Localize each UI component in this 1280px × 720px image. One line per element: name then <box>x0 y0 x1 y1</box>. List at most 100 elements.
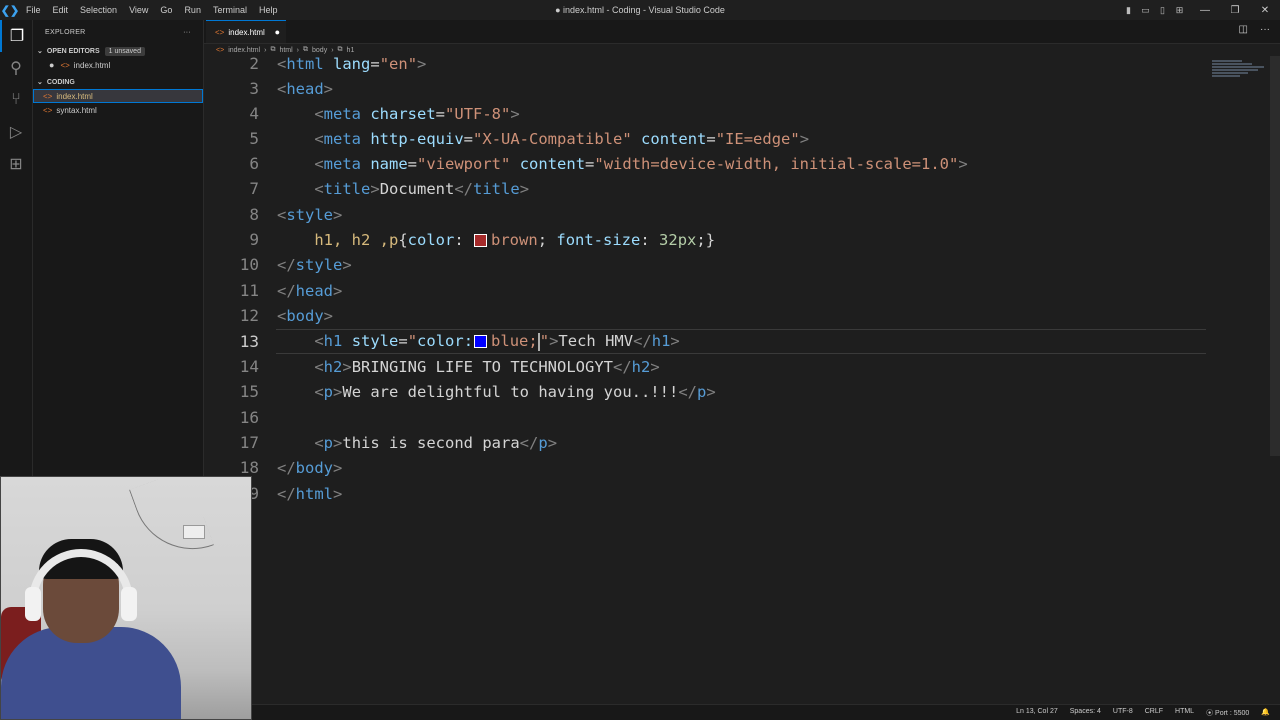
close-icon[interactable]: ✕ <box>1250 0 1280 20</box>
line-number: 5 <box>249 129 259 148</box>
line-number: 18 <box>239 458 259 477</box>
file-item-syntax[interactable]: <> syntax.html <box>33 103 203 117</box>
tab-label: index.html <box>228 27 265 37</box>
line-number: 15 <box>239 382 259 401</box>
explorer-title: EXPLORER <box>45 28 86 36</box>
line-number: 8 <box>249 205 259 224</box>
color-swatch-brown[interactable] <box>474 233 488 247</box>
line-number: 12 <box>239 306 259 325</box>
explorer-header: EXPLORER ··· <box>33 20 203 44</box>
run-debug-icon[interactable]: ▷ <box>0 116 32 148</box>
code-line: 2 <html lang="en"> <box>204 56 1268 76</box>
code-line: 16 <box>204 405 1268 430</box>
line-number: 6 <box>249 154 259 173</box>
window-controls: — ❐ ✕ <box>1190 0 1280 20</box>
code-line: 14 <h2>BRINGING LIFE TO TECHNOLOGYT</h2> <box>204 354 1268 379</box>
toggle-panel-icon[interactable]: ▭ <box>1137 0 1154 20</box>
source-control-icon[interactable]: ⑂ <box>0 84 32 116</box>
vscode-logo-icon: ❮❯ <box>0 4 20 17</box>
live-server-port[interactable]: ⦿ Port : 5500 <box>1206 708 1249 718</box>
toggle-primary-sidebar-icon[interactable]: ▮ <box>1120 0 1137 20</box>
breadcrumb-separator-icon: › <box>264 46 267 54</box>
code-line: 18 </body> <box>204 455 1268 480</box>
open-editors-section[interactable]: ⌄ OPEN EDITORS 1 unsaved <box>33 44 203 58</box>
end-of-line[interactable]: CRLF <box>1145 708 1163 718</box>
line-number: 9 <box>249 230 259 249</box>
explorer-icon[interactable]: ❐ <box>0 20 32 52</box>
breadcrumb-h1[interactable]: h1 <box>347 47 355 54</box>
open-editor-name: index.html <box>73 60 111 70</box>
breadcrumb-body[interactable]: body <box>312 47 327 54</box>
code-line: 8 <style> <box>204 202 1268 227</box>
code-line: 9 h1, h2 ,p{color: brown; font-size: 32p… <box>204 227 1268 252</box>
chevron-down-icon: ⌄ <box>37 79 43 86</box>
code-line: 4 <meta charset="UTF-8"> <box>204 101 1268 126</box>
line-number: 16 <box>239 408 259 427</box>
line-number: 14 <box>239 357 259 376</box>
menu-view[interactable]: View <box>123 5 154 15</box>
menu-file[interactable]: File <box>20 5 47 15</box>
unsaved-badge: 1 unsaved <box>104 46 145 56</box>
search-icon[interactable]: ⚲ <box>0 52 32 84</box>
split-editor-icon[interactable]: ◫ <box>1239 24 1248 35</box>
breadcrumb-separator-icon: › <box>331 46 334 54</box>
code-line: 19 </html> <box>204 481 1268 506</box>
editor-tab-bar: <> index.html ● ◫ ··· <box>204 20 1280 44</box>
title-bar: ❮❯ File Edit Selection View Go Run Termi… <box>0 0 1280 20</box>
layout-controls: ▮ ▭ ▯ ⊞ <box>1120 0 1188 20</box>
line-number: 17 <box>239 433 259 452</box>
chevron-down-icon: ⌄ <box>37 48 43 55</box>
status-right: Ln 13, Col 27 Spaces: 4 UTF-8 CRLF HTML … <box>1016 708 1270 718</box>
webcam-overlay <box>0 476 252 720</box>
breadcrumb-file[interactable]: index.html <box>228 47 260 54</box>
menu-go[interactable]: Go <box>154 5 178 15</box>
customize-layout-icon[interactable]: ⊞ <box>1171 0 1188 20</box>
code-line: 6 <meta name="viewport" content="width=d… <box>204 151 1268 176</box>
menu-run[interactable]: Run <box>178 5 207 15</box>
element-icon: ⧉ <box>337 46 343 53</box>
vertical-scrollbar[interactable] <box>1270 56 1280 704</box>
code-line: 3 <head> <box>204 76 1268 101</box>
line-number: 10 <box>239 255 259 274</box>
folder-section[interactable]: ⌄ CODING <box>33 75 203 89</box>
menu-terminal[interactable]: Terminal <box>207 5 253 15</box>
indentation[interactable]: Spaces: 4 <box>1070 708 1101 718</box>
code-line: 7 <title>Document</title> <box>204 176 1268 201</box>
wall-socket <box>183 525 205 539</box>
notifications-icon[interactable]: 🔔 <box>1261 708 1270 718</box>
minimap[interactable] <box>1212 60 1268 84</box>
html-file-icon: <> <box>216 46 225 54</box>
encoding[interactable]: UTF-8 <box>1113 708 1133 718</box>
toggle-secondary-sidebar-icon[interactable]: ▯ <box>1154 0 1171 20</box>
open-editor-item[interactable]: ● <> index.html <box>33 58 203 72</box>
breadcrumb: <> index.html › ⧉ html › ⧉ body › ⧉ h1 <box>204 44 1280 56</box>
breadcrumb-html[interactable]: html <box>279 47 292 54</box>
menu-selection[interactable]: Selection <box>74 5 123 15</box>
menu-edit[interactable]: Edit <box>47 5 75 15</box>
file-name: syntax.html <box>56 105 97 115</box>
tab-index-html[interactable]: <> index.html ● <box>206 20 286 43</box>
more-actions-icon[interactable]: ··· <box>183 29 191 36</box>
more-actions-icon[interactable]: ··· <box>1260 24 1270 35</box>
element-icon: ⧉ <box>303 46 309 53</box>
color-swatch-blue[interactable] <box>474 335 488 349</box>
html-file-icon: <> <box>215 27 225 37</box>
code-line: 17 <p>this is second para</p> <box>204 430 1268 455</box>
extensions-icon[interactable]: ⊞ <box>0 148 32 180</box>
unsaved-dot-icon: ● <box>49 60 55 70</box>
language-mode[interactable]: HTML <box>1175 708 1194 718</box>
restore-icon[interactable]: ❐ <box>1220 0 1250 20</box>
unsaved-dot-icon[interactable]: ● <box>275 27 280 37</box>
open-editors-label: OPEN EDITORS <box>46 47 100 55</box>
line-number: 11 <box>239 281 259 300</box>
menu-help[interactable]: Help <box>253 5 284 15</box>
cursor-position[interactable]: Ln 13, Col 27 <box>1016 708 1058 718</box>
scrollbar-thumb[interactable] <box>1270 56 1280 456</box>
minimize-icon[interactable]: — <box>1190 0 1220 20</box>
file-item-index[interactable]: <> index.html <box>33 89 203 103</box>
breadcrumb-separator-icon: › <box>296 46 300 54</box>
code-editor[interactable]: 2 <html lang="en"> 3 <head> 4 <meta char… <box>204 56 1268 704</box>
code-line: 5 <meta http-equiv="X-UA-Compatible" con… <box>204 126 1268 151</box>
html-file-icon: <> <box>60 60 70 70</box>
code-line: 11 </head> <box>204 278 1268 303</box>
